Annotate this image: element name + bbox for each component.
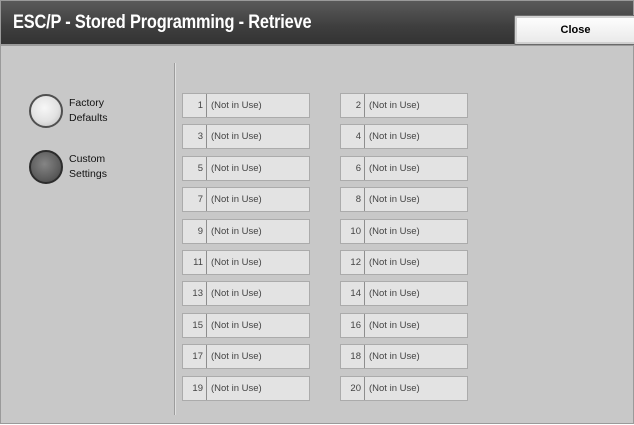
slot-number: 5 [183,156,207,180]
program-slot-button[interactable]: 20 (Not in Use) [340,375,468,401]
program-slot-button[interactable]: 14 (Not in Use) [340,281,468,307]
slot-number: 8 [341,188,365,212]
program-slot-button[interactable]: 15 (Not in Use) [182,312,310,338]
slot-number: 17 [183,345,207,369]
close-button[interactable]: Close [514,15,634,45]
program-slot-button[interactable]: 8 (Not in Use) [340,187,468,213]
slot-label: (Not in Use) [211,257,262,268]
slot-label: (Not in Use) [369,162,420,174]
slot-number: 15 [183,313,207,337]
slot-label: (Not in Use) [211,351,262,363]
slot-label: (Not in Use) [211,288,262,300]
slot-label: (Not in Use) [369,257,420,268]
slot-number: 4 [341,125,365,149]
program-slot-button[interactable]: 2 (Not in Use) [340,93,468,118]
slot-number: 6 [341,156,365,180]
program-slot-button[interactable]: 18 (Not in Use) [340,344,468,370]
slot-number: 1 [183,94,207,117]
program-slot-button[interactable]: 16 (Not in Use) [340,312,468,338]
slot-label: (Not in Use) [369,131,420,143]
program-slot-button[interactable]: 10 (Not in Use) [340,218,468,244]
stored-programming-screen: ESC/P - Stored Programming - Retrieve Cl… [0,0,634,424]
slot-number: 2 [341,94,365,117]
program-slot-button[interactable]: 12 (Not in Use) [340,250,468,275]
slot-label: (Not in Use) [211,100,262,111]
panel-divider [174,63,175,415]
settings-type-panel: Factory Defaults Custom Settings [1,48,173,425]
slot-label: (Not in Use) [211,131,262,143]
slot-number: 18 [341,345,365,369]
slot-number: 7 [183,188,207,212]
slot-label: (Not in Use) [369,225,420,237]
program-slot-button[interactable]: 1 (Not in Use) [182,93,310,118]
radio-button-selected-icon[interactable] [29,150,63,184]
factory-defaults-option[interactable]: Factory Defaults [29,94,119,134]
slot-number: 13 [183,282,207,306]
slot-number: 10 [341,219,365,243]
program-slot-button[interactable]: 17 (Not in Use) [182,344,310,370]
slot-label: (Not in Use) [369,100,420,111]
program-slot-button[interactable]: 6 (Not in Use) [340,155,468,181]
slot-label: (Not in Use) [211,225,262,237]
slot-number: 16 [341,313,365,337]
slot-number: 12 [341,251,365,274]
program-slot-button[interactable]: 7 (Not in Use) [182,187,310,213]
slot-label: (Not in Use) [369,288,420,300]
radio-button-unselected-icon[interactable] [29,94,63,128]
slot-label: (Not in Use) [369,382,420,394]
slot-label: (Not in Use) [369,351,420,363]
slot-number: 19 [183,376,207,400]
program-slot-button[interactable]: 11 (Not in Use) [182,250,310,275]
program-slot-button[interactable]: 4 (Not in Use) [340,124,468,150]
slot-number: 20 [341,376,365,400]
slot-label: (Not in Use) [211,162,262,174]
slot-label: (Not in Use) [369,319,420,331]
slot-number: 14 [341,282,365,306]
slot-number: 9 [183,219,207,243]
page-title: ESC/P - Stored Programming - Retrieve [13,12,312,33]
slot-label: (Not in Use) [211,319,262,331]
custom-settings-label: Custom Settings [69,153,107,180]
program-slot-button[interactable]: 19 (Not in Use) [182,375,310,401]
factory-defaults-label: Factory Defaults [69,97,108,124]
slot-label: (Not in Use) [369,194,420,206]
program-slot-button[interactable]: 5 (Not in Use) [182,155,310,181]
title-bar: ESC/P - Stored Programming - Retrieve Cl… [1,1,634,46]
slot-label: (Not in Use) [211,194,262,206]
program-slot-button[interactable]: 13 (Not in Use) [182,281,310,307]
slot-number: 3 [183,125,207,149]
slot-number: 11 [183,251,207,274]
slot-label: (Not in Use) [211,382,262,394]
custom-settings-option[interactable]: Custom Settings [29,150,119,190]
program-slot-button[interactable]: 9 (Not in Use) [182,218,310,244]
program-slot-button[interactable]: 3 (Not in Use) [182,124,310,150]
